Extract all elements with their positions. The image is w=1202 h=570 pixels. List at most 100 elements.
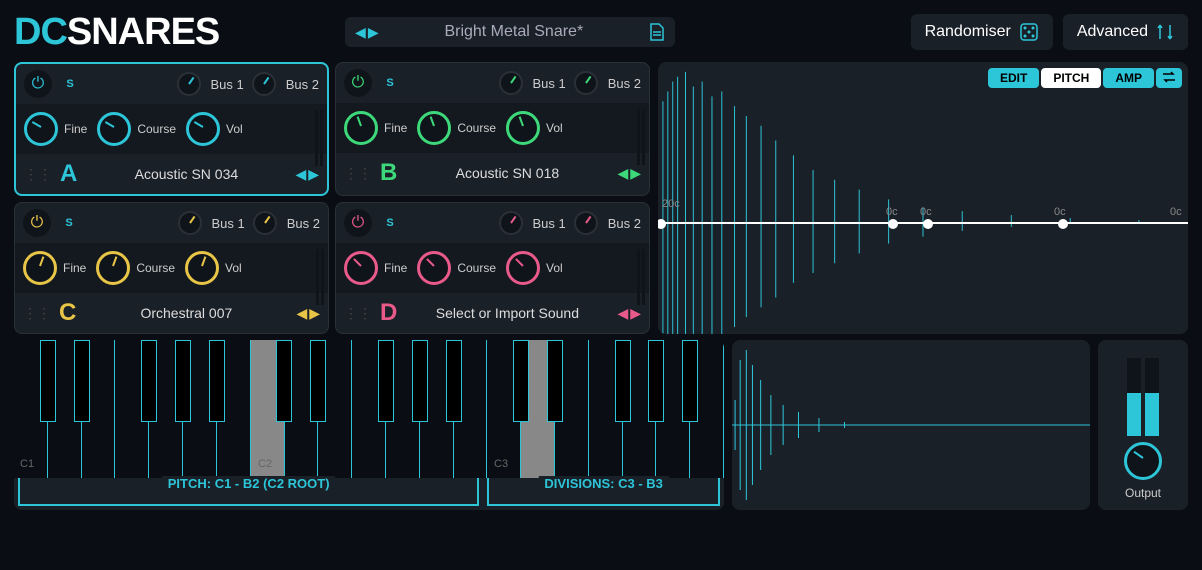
bus2-label: Bus 2	[287, 216, 320, 231]
env-label-2: 0c	[920, 206, 932, 218]
envelope-node-3[interactable]	[1058, 219, 1068, 229]
sound-name[interactable]: Select or Import Sound	[405, 305, 609, 321]
power-button[interactable]: ⏻	[24, 70, 52, 98]
randomiser-button[interactable]: Randomiser	[911, 14, 1053, 50]
sound-prev-icon[interactable]: ◀	[617, 305, 628, 322]
sound-next-icon[interactable]: ▶	[308, 166, 319, 183]
randomiser-label: Randomiser	[925, 23, 1011, 41]
power-button[interactable]: ⏻	[344, 209, 372, 237]
course-knob[interactable]	[417, 111, 451, 145]
solo-button[interactable]: s	[380, 213, 400, 233]
swap-icon[interactable]	[1156, 68, 1182, 88]
black-key[interactable]	[141, 340, 157, 422]
waveform-display	[658, 62, 1188, 334]
tab-amp[interactable]: AMP	[1103, 68, 1154, 88]
vol-knob[interactable]	[506, 111, 540, 145]
preset-prev-icon[interactable]: ◀	[355, 24, 366, 41]
slot-d[interactable]: ⏻ s Bus 1 Bus 2 Fine Course Vol ⋮⋮ D Sel…	[335, 202, 650, 334]
drag-handle-icon[interactable]: ⋮⋮	[24, 170, 52, 178]
preset-next-icon[interactable]: ▶	[368, 24, 379, 41]
dice-icon	[1019, 22, 1039, 42]
pitch-range-label: PITCH: C1 - B2 (C2 ROOT)	[162, 476, 336, 491]
power-button[interactable]: ⏻	[23, 209, 51, 237]
solo-button[interactable]: s	[60, 74, 80, 94]
keyboard-panel: C1 C2 C3 PITCH: C1 - B2 (C2 ROOT) DIVISI…	[14, 340, 724, 510]
bus2-knob[interactable]	[574, 211, 598, 235]
fine-knob[interactable]	[344, 251, 378, 285]
sound-name[interactable]: Orchestral 007	[84, 305, 288, 321]
black-key[interactable]	[547, 340, 563, 422]
sound-next-icon[interactable]: ▶	[630, 305, 641, 322]
sound-next-icon[interactable]: ▶	[630, 165, 641, 182]
vol-label: Vol	[546, 121, 563, 135]
solo-button[interactable]: s	[380, 73, 400, 93]
black-key[interactable]	[446, 340, 462, 422]
black-key[interactable]	[276, 340, 292, 422]
drag-handle-icon[interactable]: ⋮⋮	[344, 169, 372, 177]
course-knob[interactable]	[96, 251, 130, 285]
tab-edit[interactable]: EDIT	[988, 68, 1039, 88]
bus1-label: Bus 1	[211, 77, 244, 92]
slot-letter: A	[60, 160, 77, 188]
black-key[interactable]	[209, 340, 225, 422]
course-knob[interactable]	[417, 251, 451, 285]
preset-name[interactable]: Bright Metal Snare*	[389, 23, 639, 41]
black-key[interactable]	[412, 340, 428, 422]
bus1-knob[interactable]	[499, 211, 523, 235]
black-key[interactable]	[513, 340, 529, 422]
sound-prev-icon[interactable]: ◀	[617, 165, 628, 182]
black-key[interactable]	[310, 340, 326, 422]
advanced-button[interactable]: Advanced	[1063, 14, 1188, 50]
slot-c[interactable]: ⏻ s Bus 1 Bus 2 Fine Course Vol ⋮⋮ C Orc…	[14, 202, 329, 334]
envelope-node-2[interactable]	[923, 219, 933, 229]
output-knob[interactable]	[1124, 442, 1162, 480]
fine-knob[interactable]	[23, 251, 57, 285]
envelope-node-1[interactable]	[888, 219, 898, 229]
bus2-knob[interactable]	[252, 72, 276, 96]
bus1-knob[interactable]	[177, 72, 201, 96]
vol-knob[interactable]	[186, 112, 220, 146]
bus1-knob[interactable]	[178, 211, 202, 235]
vol-label: Vol	[226, 122, 243, 136]
power-button[interactable]: ⏻	[344, 69, 372, 97]
slot-b[interactable]: ⏻ s Bus 1 Bus 2 Fine Course Vol ⋮⋮ B Aco…	[335, 62, 650, 196]
env-label-4: 0c	[1170, 206, 1182, 218]
course-label: Course	[136, 261, 175, 275]
preset-file-icon[interactable]	[649, 23, 665, 41]
bus2-knob[interactable]	[574, 71, 598, 95]
sound-name[interactable]: Acoustic SN 034	[85, 166, 287, 182]
fine-knob[interactable]	[24, 112, 58, 146]
black-key[interactable]	[615, 340, 631, 422]
black-key[interactable]	[378, 340, 394, 422]
sound-prev-icon[interactable]: ◀	[295, 166, 306, 183]
drag-handle-icon[interactable]: ⋮⋮	[23, 309, 51, 317]
solo-button[interactable]: s	[59, 213, 79, 233]
bus2-knob[interactable]	[253, 211, 277, 235]
waveform-editor[interactable]: EDIT PITCH AMP	[658, 62, 1188, 334]
course-label: Course	[457, 261, 496, 275]
fine-knob[interactable]	[344, 111, 378, 145]
course-knob[interactable]	[97, 112, 131, 146]
bus1-label: Bus 1	[212, 216, 245, 231]
slot-letter: D	[380, 299, 397, 327]
fine-label: Fine	[384, 121, 407, 135]
black-key[interactable]	[682, 340, 698, 422]
sound-prev-icon[interactable]: ◀	[296, 305, 307, 322]
drag-handle-icon[interactable]: ⋮⋮	[344, 309, 372, 317]
vol-label: Vol	[546, 261, 563, 275]
header: DCSNARES ◀ ▶ Bright Metal Snare* Randomi…	[14, 8, 1188, 56]
sound-name[interactable]: Acoustic SN 018	[405, 165, 609, 181]
vol-knob[interactable]	[185, 251, 219, 285]
tab-pitch[interactable]: PITCH	[1041, 68, 1101, 88]
pitch-range-bracket: PITCH: C1 - B2 (C2 ROOT)	[18, 478, 479, 506]
sound-next-icon[interactable]: ▶	[309, 305, 320, 322]
black-key[interactable]	[648, 340, 664, 422]
vol-knob[interactable]	[506, 251, 540, 285]
output-meters	[1127, 358, 1159, 436]
black-key[interactable]	[175, 340, 191, 422]
black-key[interactable]	[74, 340, 90, 422]
black-key[interactable]	[40, 340, 56, 422]
keyboard[interactable]	[14, 340, 724, 478]
bus1-knob[interactable]	[499, 71, 523, 95]
slot-a[interactable]: ⏻ s Bus 1 Bus 2 Fine Course Vol ⋮⋮ A Aco…	[14, 62, 329, 196]
